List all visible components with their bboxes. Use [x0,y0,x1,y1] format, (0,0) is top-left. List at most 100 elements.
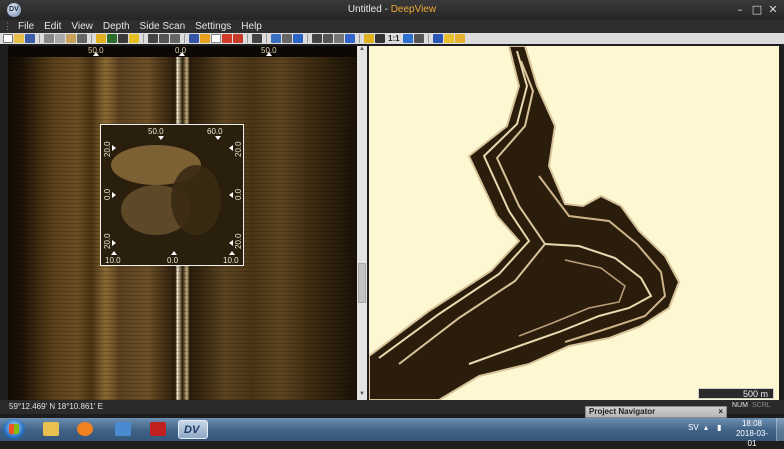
pointer-icon[interactable] [148,34,158,43]
navigator-close-icon[interactable]: × [718,407,723,417]
histogram-icon[interactable] [413,34,424,43]
menu-settings[interactable]: Settings [190,21,236,32]
zoom-label-top-left: 50.0 [148,127,164,136]
zoom-ratio-button[interactable]: 1:1 [386,34,402,43]
layer-toggle-icon[interactable] [334,34,344,43]
globe-icon[interactable] [252,34,262,43]
zoom-label-top-right: 60.0 [207,127,223,136]
menu-grip-icon: ⋮ [3,21,12,31]
scroll-up-icon[interactable]: ▲ [357,46,367,55]
app-name: DeepView [390,4,437,15]
palette-icon[interactable] [282,34,292,43]
menu-side-scan[interactable]: Side Scan [135,21,191,32]
zoom-icon[interactable] [159,34,169,43]
network-signal-icon[interactable]: ▮ [717,423,721,432]
scroll-lock-indicator: SCRL [752,402,771,409]
open-folder-icon[interactable] [14,34,24,43]
paste-icon[interactable] [66,34,76,43]
language-indicator[interactable]: SV [688,423,699,432]
taskbar-network-tool[interactable] [108,420,138,439]
toolbar-separator [266,34,267,43]
depth-icon[interactable] [312,34,322,43]
range-ruler: 50.0 0.0 50.0 [8,46,357,57]
menu-edit[interactable]: Edit [39,21,66,32]
menu-file[interactable]: File [13,21,39,32]
title-bar: DV Untitled - DeepView – □ ✕ [0,0,784,20]
search-icon[interactable] [454,34,465,43]
document-name: Untitled [347,4,382,15]
ruler-tick [266,52,272,56]
mark-icon[interactable] [443,34,454,43]
zoom-tick [229,240,233,246]
undo-icon[interactable] [189,34,199,43]
layers-icon[interactable] [107,34,117,43]
range-icon[interactable] [323,34,333,43]
map-view[interactable] [369,46,779,400]
save-icon[interactable] [25,34,35,43]
menu-help[interactable]: Help [236,21,267,32]
close-button[interactable]: ✕ [766,3,780,16]
seabed-feature [171,165,221,235]
taskbar-antivirus[interactable] [143,420,173,439]
pen-icon[interactable] [211,34,221,43]
filter-icon[interactable] [293,34,303,43]
track-icon[interactable] [96,34,106,43]
taskbar: DV SV ▴ ▮ 18:08 2018-03-01 [0,418,784,448]
zoom-label-bottom-right: 10.0 [223,256,239,265]
zoom-tick [112,145,116,151]
scroll-thumb[interactable] [358,263,366,303]
minimize-icon: – [737,3,743,16]
project-navigator[interactable]: Project Navigator × [585,406,727,418]
menu-bar: ⋮ File Edit View Depth Side Scan Setting… [0,20,784,33]
network-tool-icon [115,422,131,436]
grid-icon[interactable] [118,34,128,43]
filter-funnel-icon[interactable] [345,34,355,43]
tray-expand-icon[interactable]: ▴ [704,423,708,432]
menu-view[interactable]: View [66,21,98,32]
zoom-label-right-mid: 0.0 [234,188,243,200]
clock-time: 18:08 [741,419,763,428]
scroll-down-icon[interactable]: ▼ [357,391,367,400]
system-clock[interactable]: 18:08 2018-03-01 [732,419,772,449]
show-desktop-button[interactable] [776,418,784,441]
zoom-label-left-mid: 0.0 [103,188,112,200]
zoom-tick [111,251,117,255]
maximize-button[interactable]: □ [750,3,764,16]
chart-icon[interactable] [364,34,374,43]
minimize-button[interactable]: – [733,3,747,16]
redo-icon[interactable] [200,34,210,43]
line-icon[interactable] [233,34,243,43]
toolbar-separator [247,34,248,43]
pin-icon[interactable] [129,34,139,43]
zoom-tick [171,251,177,255]
toolbar-separator [39,34,40,43]
copy-icon[interactable] [55,34,65,43]
toolbar-separator [307,34,308,43]
zoom-tick [158,136,164,140]
ruler-icon[interactable] [432,34,443,43]
zoom-inset[interactable]: 50.0 60.0 20.0 0.0 20.0 20.0 0.0 20.0 10… [100,124,244,266]
cut-icon[interactable] [44,34,54,43]
sonar-scrollbar[interactable]: ▲ ▼ [357,46,367,400]
start-button[interactable] [3,419,25,440]
cursor-coordinates: 59°12.469' N 18°10.861' E [9,402,103,411]
toolbar-separator [427,34,429,43]
taskbar-deepview[interactable]: DV [178,420,208,439]
zoom-tick [112,240,116,246]
print-icon[interactable] [77,34,87,43]
new-file-icon[interactable] [3,34,13,43]
zoom-tick [215,136,221,140]
rectangle-select-icon[interactable] [170,34,180,43]
zoom-label-bottom-left: 10.0 [105,256,121,265]
info-icon[interactable] [271,34,281,43]
taskbar-explorer[interactable] [36,420,66,439]
taskbar-media-player[interactable] [70,420,100,439]
measure-icon[interactable] [402,34,413,43]
split-view-icon[interactable] [375,34,385,43]
sidescan-view[interactable]: 50.0 0.0 50.0 50.0 60.0 20.0 0.0 20.0 20… [8,46,357,400]
clock-date: 2018-03-01 [735,429,769,448]
ruler-tick [179,52,185,56]
target-icon[interactable] [222,34,232,43]
menu-depth[interactable]: Depth [98,21,135,32]
ruler-tick [93,52,99,56]
